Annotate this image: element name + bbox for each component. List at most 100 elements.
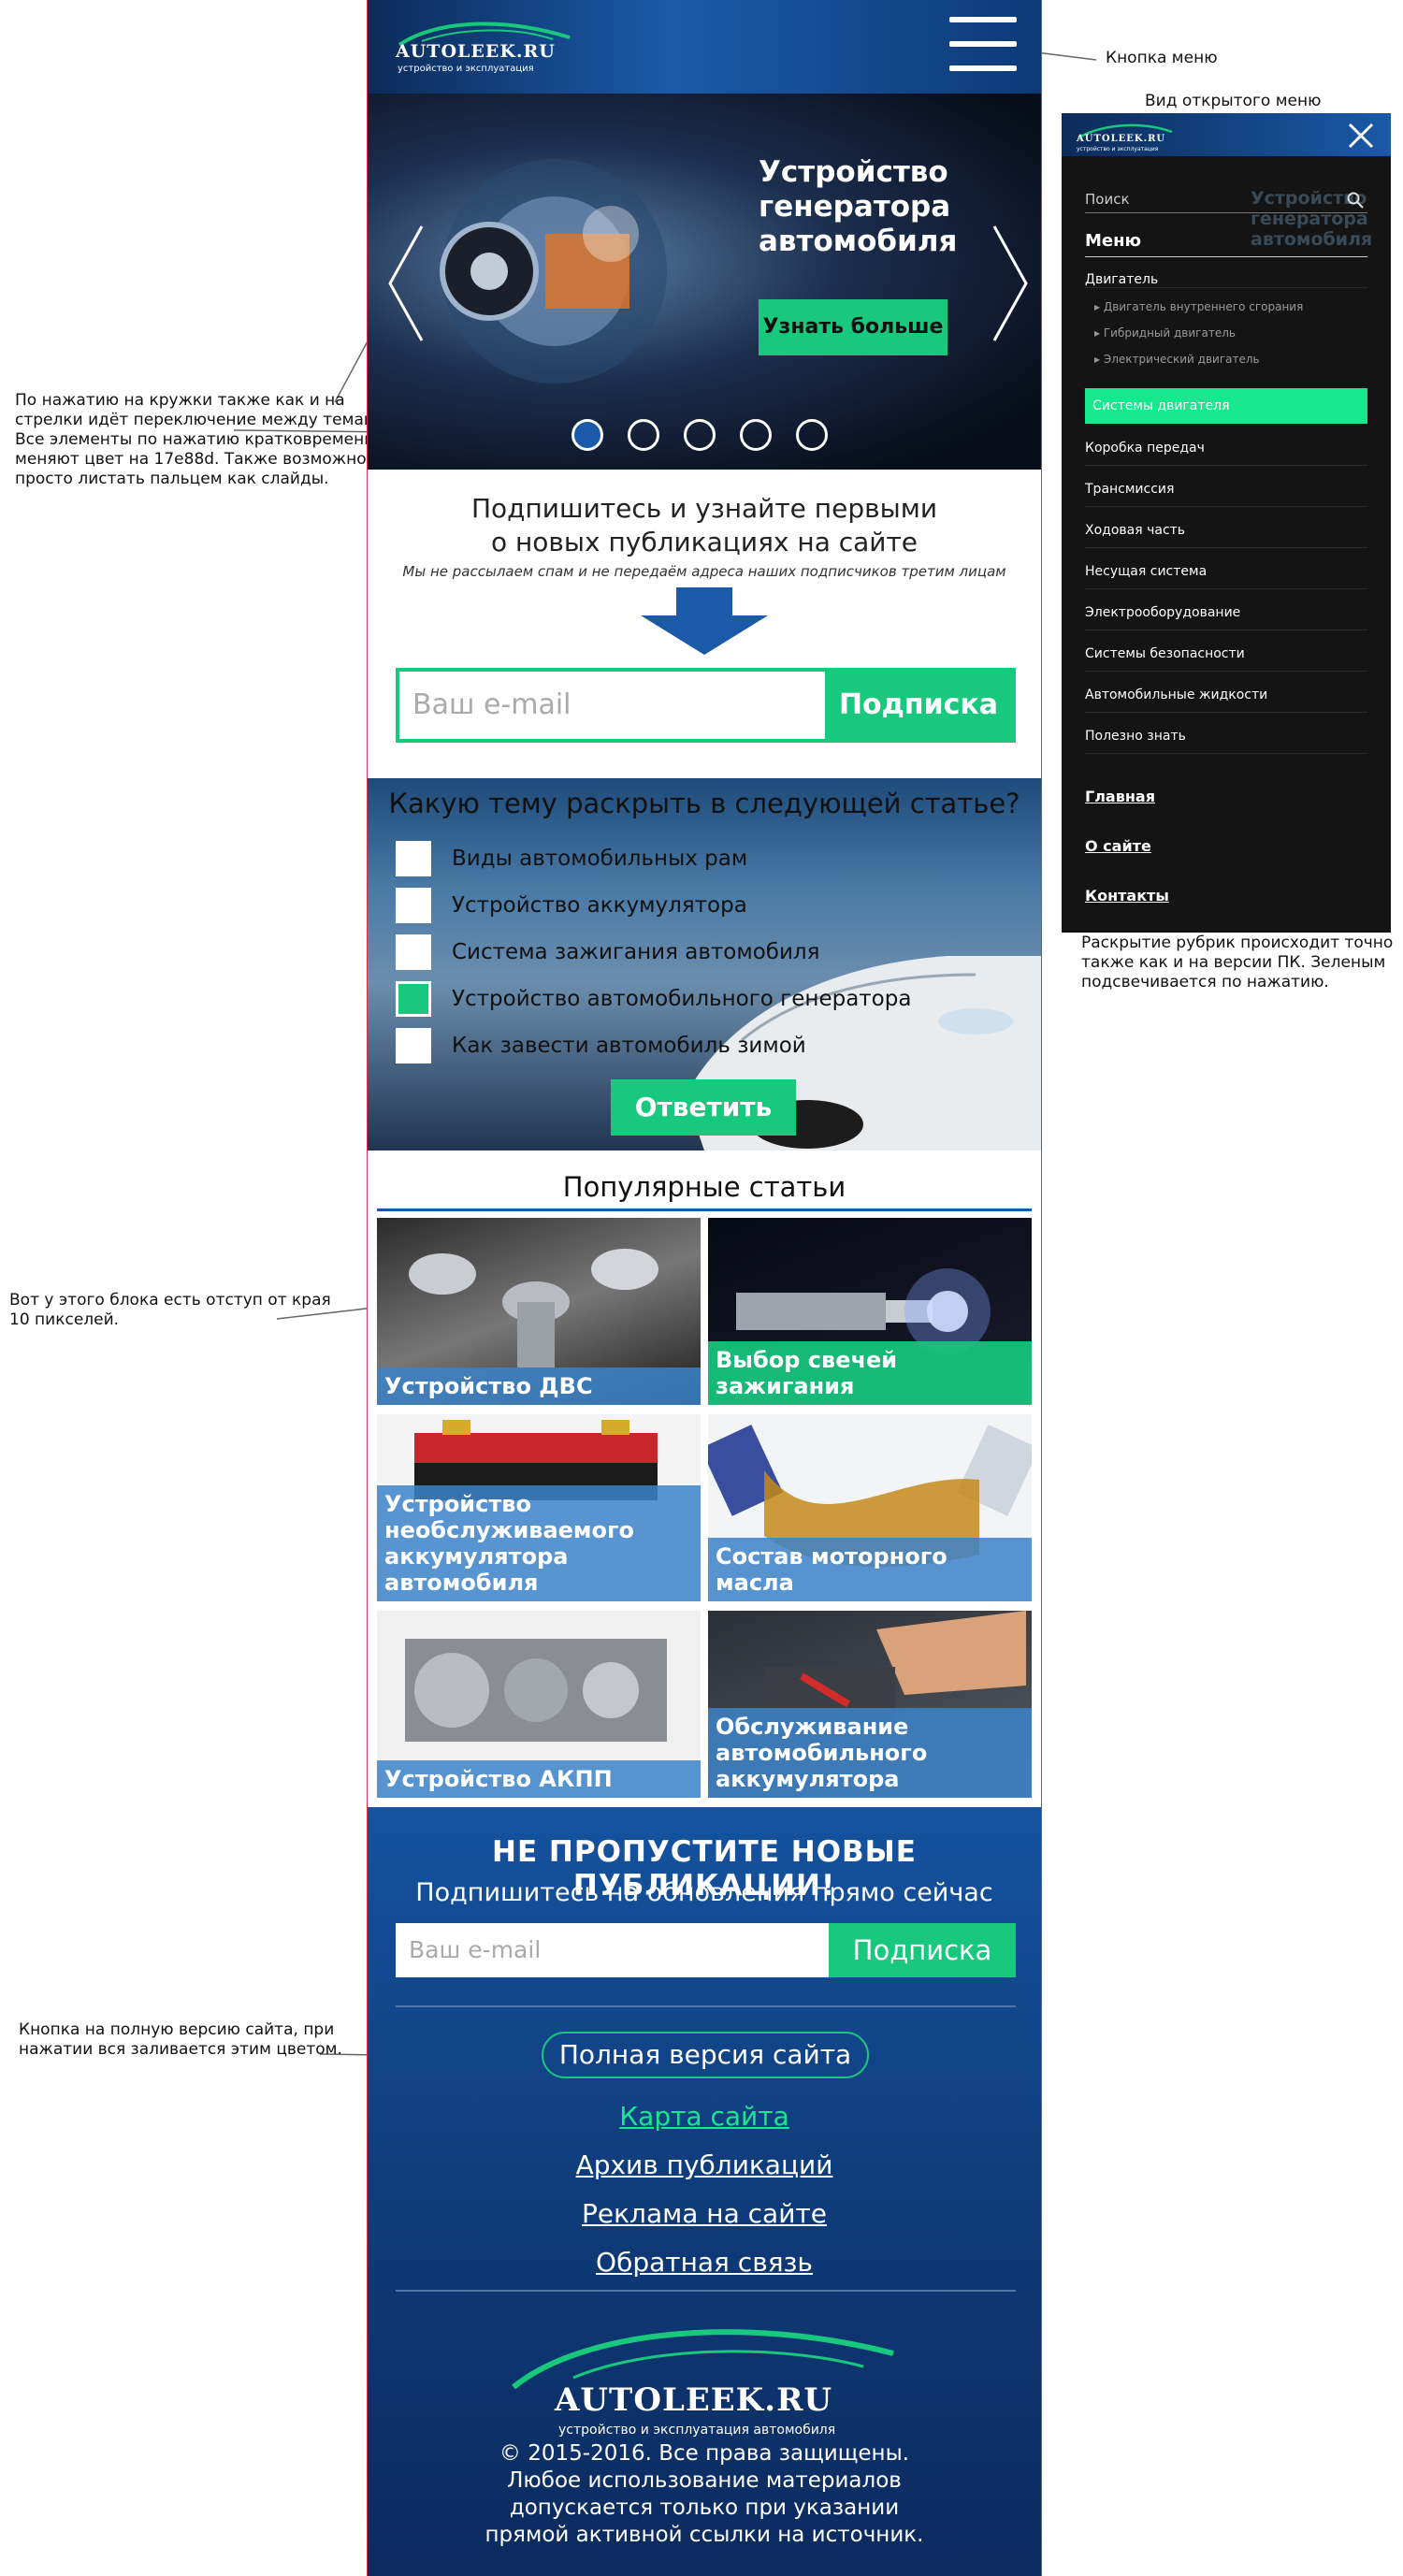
- popular-divider: [377, 1208, 1032, 1211]
- footer-subscribe-form: Ваш e-mail Подписка: [396, 1923, 1016, 1977]
- footer-logo[interactable]: AUTOLEEK.RU устройство и эксплуатация ав…: [508, 2322, 901, 2438]
- menu-item[interactable]: Электрооборудование: [1085, 605, 1367, 630]
- close-icon[interactable]: [1347, 122, 1375, 150]
- annotation-line: стрелки идёт переключение между темами.: [15, 411, 392, 429]
- footer-link-sitemap[interactable]: Карта сайта: [368, 2101, 1041, 2132]
- poll-option[interactable]: Виды автомобильных рам: [396, 840, 747, 877]
- menu-item[interactable]: Полезно знать: [1085, 729, 1367, 754]
- hero-title-line: автомобиля: [759, 224, 958, 258]
- annotation-line: 10 пикселей.: [9, 1310, 120, 1329]
- menu-bar-icon: [949, 65, 1017, 71]
- annotation-line: Все элементы по нажатию кратковременно: [15, 430, 384, 449]
- slider-dot[interactable]: [796, 419, 828, 451]
- header: AUTOLEEK.RU устройство и эксплуатация: [368, 0, 1041, 94]
- slider-dot[interactable]: [571, 419, 603, 451]
- footer-logo-brand: AUTOLEEK.RU: [555, 2381, 832, 2419]
- poll-option-label: Виды автомобильных рам: [452, 847, 748, 871]
- article-caption: Обслуживание автомобильного аккумулятора: [708, 1708, 1032, 1798]
- article-caption: Выбор свечей зажигания: [708, 1341, 1032, 1405]
- menu-link-contacts[interactable]: Контакты: [1085, 887, 1169, 904]
- hero-title-line: Устройство: [759, 155, 948, 189]
- hero-slider[interactable]: Устройство генератора автомобиля Узнать …: [368, 94, 1041, 470]
- mobile-page: AUTOLEEK.RU устройство и эксплуатация Ус…: [367, 0, 1042, 2576]
- menu-item[interactable]: Несущая система: [1085, 564, 1367, 589]
- copyright-line: допускается только при указании: [509, 2496, 900, 2520]
- menu-item[interactable]: Ходовая часть: [1085, 523, 1367, 548]
- logo-tagline: устройство и эксплуатация: [398, 64, 534, 74]
- menu-logo[interactable]: AUTOLEEK.RU устройство и эксплуатация: [1075, 121, 1178, 152]
- annotation-line: также как и на версии ПК. Зеленым: [1081, 953, 1386, 972]
- answer-button[interactable]: Ответить: [611, 1079, 796, 1136]
- article-card[interactable]: Состав моторного масла: [708, 1414, 1032, 1601]
- menu-subitem[interactable]: ▸ Гибридный двигатель: [1094, 326, 1236, 340]
- footer-email-input[interactable]: Ваш e-mail: [396, 1923, 829, 1977]
- menu-link-home[interactable]: Главная: [1085, 788, 1155, 805]
- annotation-menu-expand: Раскрытие рубрик происходит точно также …: [1081, 933, 1393, 992]
- poll-option[interactable]: Устройство автомобильного генератора: [396, 980, 911, 1018]
- copyright-line: Любое использование материалов: [507, 2468, 902, 2493]
- footer-subscribe-button[interactable]: Подписка: [829, 1923, 1016, 1977]
- poll-checkbox[interactable]: [396, 1028, 431, 1064]
- menu-item-engine-systems-active[interactable]: Системы двигателя: [1085, 388, 1367, 424]
- subscribe-note: Мы не рассылаем спам и не передаём адрес…: [402, 563, 1006, 580]
- site-logo[interactable]: AUTOLEEK.RU устройство и эксплуатация: [394, 17, 581, 77]
- subscribe-title-line: Подпишитесь и узнайте первыми: [470, 493, 938, 524]
- learn-more-button[interactable]: Узнать больше: [759, 299, 947, 355]
- poll-option[interactable]: Система зажигания автомобиля: [396, 933, 819, 971]
- menu-heading: Меню: [1085, 231, 1367, 257]
- article-card[interactable]: Устройство АКПП: [377, 1611, 701, 1798]
- menu-item[interactable]: Коробка передач: [1085, 441, 1367, 466]
- annotation-menu-button: Кнопка меню: [1106, 49, 1218, 67]
- article-card[interactable]: Устройство ДВС: [377, 1218, 701, 1405]
- footer-lead: Подпишитесь на обновления прямо сейчас: [415, 1878, 993, 1907]
- menu-item[interactable]: Трансмиссия: [1085, 482, 1367, 507]
- annotation-line: подсвечивается по нажатию.: [1081, 973, 1329, 991]
- subscribe-form: Ваш e-mail Подписка: [396, 668, 1016, 743]
- footer-link-ads[interactable]: Реклама на сайте: [368, 2198, 1041, 2229]
- full-version-button[interactable]: Полная версия сайта: [542, 2032, 869, 2078]
- annotation-full-version: Кнопка на полную версию сайта, при нажат…: [19, 2020, 342, 2060]
- article-card[interactable]: Устройство необслуживаемого аккумулятора…: [377, 1414, 701, 1601]
- poll-checkbox[interactable]: [396, 934, 431, 970]
- slider-dot[interactable]: [684, 419, 716, 451]
- open-menu-panel: AUTOLEEK.RU устройство и эксплуатация Ус…: [1062, 113, 1391, 933]
- subscribe-title-line: о новых публикациях на сайте: [490, 527, 918, 557]
- poll-checkbox[interactable]: [396, 888, 431, 923]
- logo-brand: AUTOLEEK.RU: [396, 41, 556, 62]
- menu-search-placeholder: Поиск: [1085, 191, 1130, 208]
- menu-search-input[interactable]: Поиск: [1085, 190, 1367, 213]
- slider-dot[interactable]: [628, 419, 659, 451]
- poll-option[interactable]: Устройство аккумулятора: [396, 887, 747, 924]
- search-icon[interactable]: [1347, 192, 1364, 209]
- poll-option-label: Система зажигания автомобиля: [452, 940, 820, 964]
- email-input[interactable]: Ваш e-mail: [399, 672, 825, 739]
- poll-question: Какую тему раскрыть в следующей статье?: [388, 788, 1020, 819]
- menu-subitem-label: Гибридный двигатель: [1103, 326, 1236, 340]
- annotation-line: Раскрытие рубрик происходит точно: [1081, 933, 1394, 952]
- menu-logo-tagline: устройство и эксплуатация: [1077, 146, 1159, 152]
- poll-checkbox[interactable]: [396, 841, 431, 876]
- annotation-line: Кнопка на полную версию сайта, при: [19, 2020, 335, 2039]
- footer-divider: [396, 2005, 1016, 2007]
- poll-option[interactable]: Как завести автомобиль зимой: [396, 1027, 806, 1064]
- down-arrow-icon: [641, 587, 768, 655]
- poll-checkbox-checked[interactable]: [396, 981, 431, 1017]
- menu-button[interactable]: [949, 17, 1017, 75]
- menu-subitem-label: Электрический двигатель: [1103, 353, 1260, 366]
- menu-item[interactable]: Автомобильные жидкости: [1085, 687, 1367, 713]
- footer-link-archive[interactable]: Архив публикаций: [368, 2149, 1041, 2180]
- menu-link-about[interactable]: О сайте: [1085, 837, 1151, 855]
- prev-slide-arrow-icon[interactable]: [384, 223, 427, 344]
- subscribe-button[interactable]: Подписка: [825, 672, 1012, 739]
- poll-option-label: Устройство автомобильного генератора: [452, 987, 912, 1011]
- menu-item[interactable]: Системы безопасности: [1085, 646, 1367, 672]
- annotation-menu-open: Вид открытого меню: [1145, 92, 1322, 110]
- menu-subitem[interactable]: ▸ Электрический двигатель: [1094, 353, 1260, 366]
- article-card[interactable]: Обслуживание автомобильного аккумулятора: [708, 1611, 1032, 1798]
- menu-item-engine[interactable]: Двигатель: [1085, 272, 1367, 288]
- article-card[interactable]: Выбор свечей зажигания: [708, 1218, 1032, 1405]
- menu-bar-icon: [949, 41, 1017, 47]
- menu-subitem[interactable]: ▸ Двигатель внутреннего сгорания: [1094, 300, 1303, 313]
- slider-dot[interactable]: [740, 419, 772, 451]
- footer-link-feedback[interactable]: Обратная связь: [368, 2247, 1041, 2278]
